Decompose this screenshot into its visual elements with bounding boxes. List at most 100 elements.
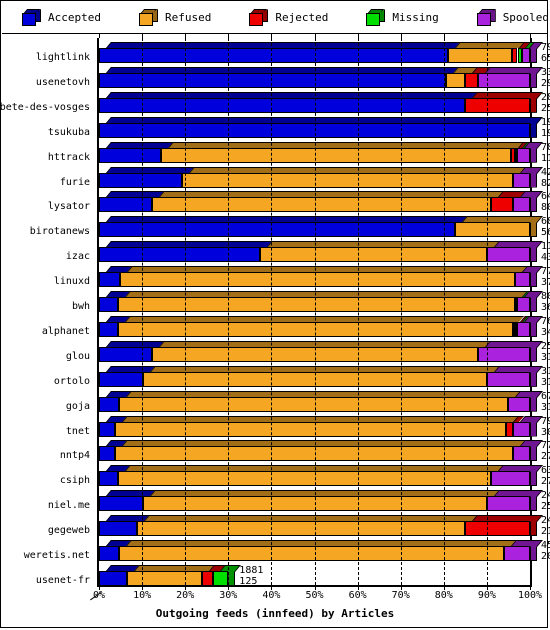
bar-segment-spooled[interactable]: [512, 421, 530, 437]
bar-segment-refused[interactable]: [161, 147, 512, 163]
accepted-value: 1912: [541, 127, 550, 139]
bar-segment-rejected[interactable]: [465, 97, 530, 113]
bar-segment-accepted[interactable]: [99, 471, 118, 487]
value-labels: 688569: [541, 217, 550, 238]
bar-segment-rejected[interactable]: [465, 72, 479, 88]
bar-segment-refused[interactable]: [152, 197, 492, 213]
bar-row: httrack 78291136: [2, 141, 550, 164]
bar-segment-refused[interactable]: [115, 421, 507, 437]
bar-segment-accepted[interactable]: [99, 570, 128, 586]
bar-segment-spooled[interactable]: [508, 396, 530, 412]
bar-segment-rejected[interactable]: [202, 570, 214, 586]
bar-row: birotanews 688569: [2, 216, 550, 238]
bar-segment-spooled[interactable]: [514, 272, 530, 288]
bar-segment-accepted[interactable]: [99, 496, 143, 512]
category-label: tnet: [65, 425, 90, 437]
x-tick: [443, 585, 445, 590]
bar-segment-accepted[interactable]: [99, 197, 153, 213]
bar-segment-accepted[interactable]: [99, 272, 121, 288]
bar-segment-spooled[interactable]: [517, 321, 530, 337]
bar-segment-refused[interactable]: [127, 570, 203, 586]
bar-side-face: [530, 147, 537, 163]
bar-side-face: [530, 421, 537, 437]
total-value: 1168: [541, 241, 550, 253]
total-value: 7973: [541, 415, 550, 427]
bar-segment-refused[interactable]: [117, 471, 492, 487]
x-tick-top: [314, 33, 316, 38]
bar-segment-accepted[interactable]: [99, 247, 260, 263]
bar-segment-spooled[interactable]: [491, 471, 530, 487]
bar-segment-accepted[interactable]: [99, 48, 449, 63]
total-value: 6465: [541, 191, 550, 203]
bar-segment-spooled[interactable]: [486, 496, 530, 512]
bar-segment-spooled[interactable]: [512, 172, 530, 188]
value-labels: 4542208: [541, 541, 550, 562]
bar-segment-rejected[interactable]: [491, 197, 513, 213]
value-labels: 7660343: [541, 316, 550, 338]
bar-segment-accepted[interactable]: [99, 321, 119, 337]
total-value: 3144: [541, 365, 550, 377]
bar-segment-spooled[interactable]: [517, 147, 530, 163]
bar-segment-spooled[interactable]: [504, 546, 530, 561]
gridline: [400, 38, 402, 585]
bar-segment-accepted[interactable]: [99, 172, 182, 188]
bar-segment-refused[interactable]: [120, 272, 515, 288]
bar-row: goja 6700311: [2, 390, 550, 413]
bar-segment-accepted[interactable]: [99, 346, 152, 362]
total-value: 2812: [541, 91, 550, 103]
bar-segment-spooled[interactable]: [512, 197, 530, 213]
bar-segment-refused[interactable]: [445, 72, 466, 88]
bar-segment-accepted[interactable]: [99, 97, 466, 113]
bar-side-face: [530, 446, 537, 462]
accepted-value: 2582: [541, 102, 550, 114]
bar-segment-refused[interactable]: [181, 172, 513, 188]
bar-segment-refused[interactable]: [118, 546, 505, 561]
x-tick: [314, 585, 316, 590]
bar-segment-accepted[interactable]: [99, 147, 162, 163]
x-tick-top: [400, 33, 402, 38]
category-label: bwh: [71, 301, 90, 312]
bar-row: alphanet 7660343: [2, 315, 550, 338]
x-tick-label: 20%: [176, 590, 195, 601]
total-value: 2454: [541, 515, 550, 527]
bar-side-face: [530, 48, 537, 63]
legend-item-rejected: Rejected: [241, 9, 328, 26]
category-label: ortolo: [53, 375, 90, 387]
bar-segment-spooled[interactable]: [486, 371, 530, 387]
bar-segment-spooled[interactable]: [517, 297, 530, 312]
bar-segment-refused[interactable]: [455, 222, 530, 238]
bar-row: nntp4 7787278: [2, 440, 550, 462]
x-tick-label: 30%: [219, 590, 238, 601]
accepted-value: 208: [541, 551, 550, 562]
gridline: [271, 38, 273, 585]
x-tick-top: [271, 33, 273, 38]
bar-segment-rejected[interactable]: [465, 521, 530, 537]
legend-item-refused: Refused: [131, 9, 211, 26]
category-label: goja: [65, 400, 90, 412]
bar-segment-accepted[interactable]: [99, 446, 115, 462]
bar-segment-spooled[interactable]: [512, 446, 530, 462]
gridline: [142, 38, 144, 585]
stacked-bar: [99, 440, 543, 462]
bar-segment-accepted[interactable]: [99, 222, 456, 238]
bar-segment-accepted[interactable]: [99, 396, 119, 412]
bar-segment-refused[interactable]: [448, 48, 512, 63]
bar-segment-accepted[interactable]: [99, 546, 119, 561]
bar-segment-missing[interactable]: [213, 570, 229, 586]
value-labels: 4284821: [541, 167, 550, 189]
bar-segment-refused[interactable]: [118, 297, 515, 312]
bar-segment-refused[interactable]: [118, 321, 513, 337]
bar-segment-accepted[interactable]: [99, 521, 137, 537]
bar-segment-accepted[interactable]: [99, 297, 119, 312]
bar-segment-spooled[interactable]: [486, 247, 530, 263]
x-tick-top: [185, 33, 187, 38]
bar-segment-accepted[interactable]: [99, 421, 116, 437]
stacked-bar: [99, 241, 543, 263]
bar-segment-accepted[interactable]: [99, 72, 446, 88]
bar-segment-accepted[interactable]: [99, 371, 143, 387]
bar-side-face: [530, 122, 537, 138]
bar-segment-spooled[interactable]: [521, 48, 530, 63]
bar-segment-refused[interactable]: [259, 247, 487, 263]
accepted-value: 271: [541, 476, 550, 488]
bar-side-face: [530, 222, 537, 238]
